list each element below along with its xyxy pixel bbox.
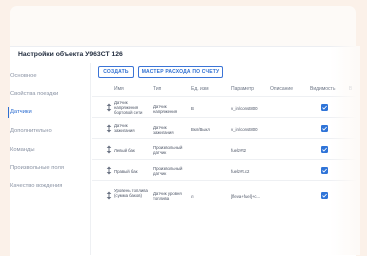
- table-row[interactable]: Датчик зажигания Датчик зажигания Вкл/Вы…: [92, 117, 356, 139]
- cell-type: Произвольный датчик: [153, 145, 183, 156]
- sidebar-item-commands[interactable]: Команды: [10, 147, 35, 153]
- cell-name: Уровень топлива (сумма баков): [114, 188, 148, 199]
- table-row[interactable]: Левый бак Произвольный датчик fuelz#t2: [92, 138, 356, 160]
- cell-type: Датчик напряжения: [153, 104, 178, 115]
- sidebar-item-additional[interactable]: Дополнительно: [10, 128, 52, 134]
- sidebar-item-sensors[interactable]: Датчики: [10, 109, 32, 115]
- column-header-name[interactable]: Имя: [114, 86, 124, 92]
- visibility-checkbox[interactable]: [321, 146, 328, 153]
- drag-handle-icon[interactable]: [106, 145, 112, 154]
- cell-parameter: v_in/const800: [231, 106, 258, 111]
- cell-type: Датчик зажигания: [153, 125, 174, 136]
- page-title: Настройки объекта У963СТ 126: [18, 51, 123, 58]
- table-row[interactable]: Уровень топлива (сумма баков) Датчик уро…: [92, 180, 356, 202]
- consumption-wizard-button[interactable]: МАСТЕР РАСХОДА ПО СЧЕТУ: [138, 66, 223, 78]
- cell-type: Произвольный датчик: [153, 166, 183, 177]
- sidebar-item-custom-fields[interactable]: Произвольные поля: [10, 165, 64, 171]
- cell-parameter: [fleva+fuel]+c...: [231, 194, 261, 199]
- sidebar-divider: [90, 63, 91, 255]
- cell-parameter: fuelz#t2: [231, 148, 247, 153]
- cell-name: Левый бак: [114, 148, 135, 153]
- table-header: Имя Тип Ед. изм Параметр Описание Видимо…: [92, 83, 356, 95]
- visibility-checkbox[interactable]: [321, 104, 328, 111]
- table-row[interactable]: Датчик напряжения бортовой сети Датчик н…: [92, 96, 356, 118]
- right-edge-fade: [330, 46, 360, 255]
- drag-handle-icon[interactable]: [106, 166, 112, 175]
- column-header-description[interactable]: Описание: [270, 86, 293, 92]
- cell-name: Датчик зажигания: [114, 123, 135, 134]
- drag-handle-icon[interactable]: [106, 103, 112, 112]
- sidebar-item-main[interactable]: Основное: [10, 73, 37, 79]
- cell-unit: В: [191, 106, 194, 111]
- table-row[interactable]: Правый бак Произвольный датчик fuelz#t.c…: [92, 159, 356, 181]
- column-header-type[interactable]: Тип: [153, 86, 161, 92]
- visibility-checkbox[interactable]: [321, 125, 328, 132]
- cell-name: Датчик напряжения бортовой сети: [114, 100, 143, 116]
- cell-type: Датчик уровня топлива: [153, 191, 182, 202]
- sidebar-item-driving-quality[interactable]: Качество вождения: [10, 183, 62, 189]
- column-header-parameter[interactable]: Параметр: [231, 86, 254, 92]
- cell-name: Правый бак: [114, 169, 138, 174]
- cell-unit: л: [191, 194, 194, 199]
- visibility-checkbox[interactable]: [321, 192, 328, 199]
- create-button[interactable]: СОЗДАТЬ: [98, 66, 134, 78]
- visibility-checkbox[interactable]: [321, 167, 328, 174]
- cell-unit: Вкл/Выкл: [191, 127, 210, 132]
- cell-parameter: fuelz#t.c2: [231, 169, 250, 174]
- drag-handle-icon[interactable]: [106, 124, 112, 133]
- cell-parameter: v_in/const800: [231, 127, 258, 132]
- drag-handle-icon[interactable]: [106, 191, 112, 200]
- sidebar-item-trip-properties[interactable]: Свойства поездки: [10, 91, 58, 97]
- column-header-unit[interactable]: Ед. изм: [191, 86, 209, 92]
